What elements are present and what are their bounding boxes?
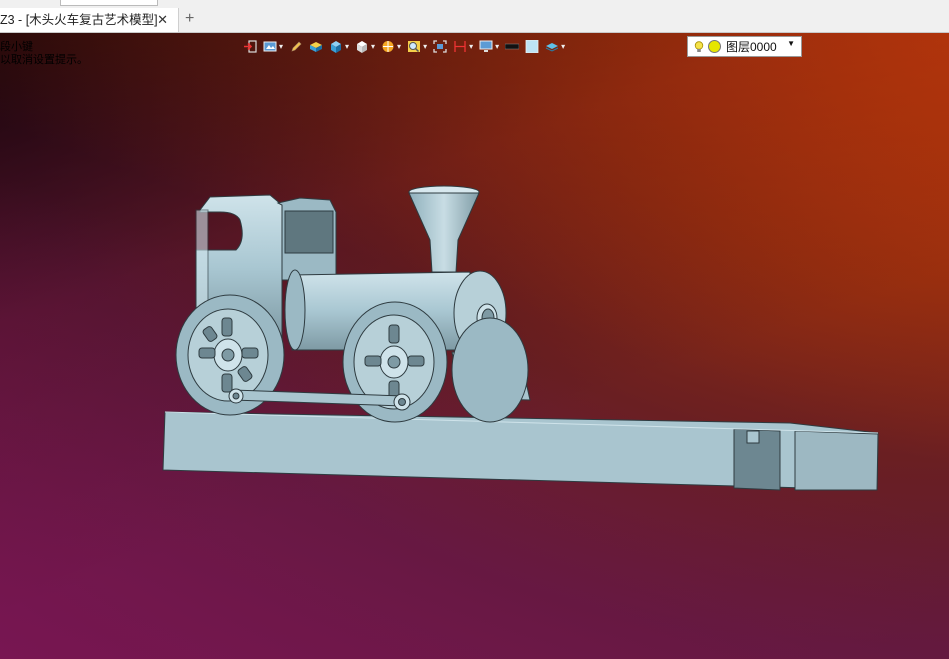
train-model[interactable] — [0, 0, 949, 659]
base-plank — [162, 411, 879, 491]
funnel — [408, 185, 480, 273]
